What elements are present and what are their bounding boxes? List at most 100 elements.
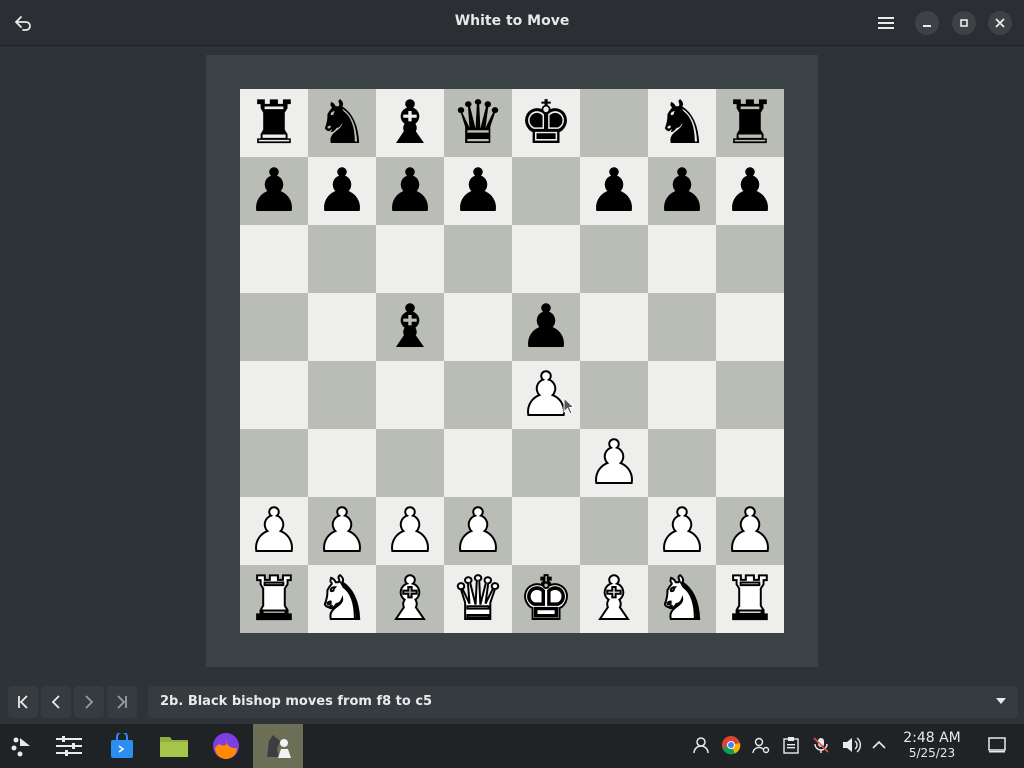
black-pawn-icon[interactable]: ♟ [383,161,437,221]
square-b5[interactable] [308,293,376,361]
black-rook-icon[interactable]: ♜ [723,93,777,153]
square-f3[interactable]: ♟ [580,429,648,497]
move-history-dropdown[interactable]: 2b. Black bishop moves from f8 to c5 [148,686,1018,718]
square-a3[interactable] [240,429,308,497]
chrome-tray-button[interactable] [720,734,742,756]
square-g2[interactable]: ♟ [648,497,716,565]
square-g8[interactable]: ♞ [648,89,716,157]
square-h7[interactable]: ♟ [716,157,784,225]
square-g5[interactable] [648,293,716,361]
maximize-button[interactable] [952,11,976,35]
menu-button[interactable] [872,9,900,37]
white-bishop-icon[interactable]: ♝ [586,568,642,630]
square-f8[interactable] [580,89,648,157]
show-desktop-button[interactable] [986,734,1008,756]
square-c7[interactable]: ♟ [376,157,444,225]
square-f7[interactable]: ♟ [580,157,648,225]
square-b7[interactable]: ♟ [308,157,376,225]
chess-board[interactable]: ♜ ♞ ♝ ♛ ♚ ♞ ♜ ♟ ♟ ♟ ♟ ♟ ♟ ♟ ♝ ♟ ♟ ♟ ♟ ♟ ♟ ♟ ♟ ♟ ♜ ♞ ♝ ♛ ♚ ♝ ♞ ♜ [240,89,784,633]
white-pawn-icon[interactable]: ♟ [654,500,710,562]
black-pawn-icon[interactable]: ♟ [519,297,573,357]
square-g1[interactable]: ♞ [648,565,716,633]
discover-store-button[interactable] [106,730,138,762]
black-knight-icon[interactable]: ♞ [315,93,369,153]
white-queen-icon[interactable]: ♛ [450,568,506,630]
square-e4[interactable]: ♟ [512,361,580,429]
square-a7[interactable]: ♟ [240,157,308,225]
square-h1[interactable]: ♜ [716,565,784,633]
digital-clock[interactable]: 2:48 AM 5/25/23 [900,730,964,760]
black-pawn-icon[interactable]: ♟ [315,161,369,221]
square-f4[interactable] [580,361,648,429]
white-pawn-icon[interactable]: ♟ [518,364,574,426]
white-rook-icon[interactable]: ♜ [246,568,302,630]
square-f6[interactable] [580,225,648,293]
next-move-button[interactable] [74,686,104,718]
minimize-button[interactable] [915,11,939,35]
black-pawn-icon[interactable]: ♟ [723,161,777,221]
square-d1[interactable]: ♛ [444,565,512,633]
square-b2[interactable]: ♟ [308,497,376,565]
show-hidden-icons-button[interactable] [868,734,890,756]
square-a2[interactable]: ♟ [240,497,308,565]
first-move-button[interactable] [8,686,38,718]
square-g3[interactable] [648,429,716,497]
system-settings-button[interactable] [53,730,85,762]
white-pawn-icon[interactable]: ♟ [314,500,370,562]
square-e8[interactable]: ♚ [512,89,580,157]
square-c8[interactable]: ♝ [376,89,444,157]
square-b3[interactable] [308,429,376,497]
square-h3[interactable] [716,429,784,497]
volume-tray-button[interactable] [840,734,862,756]
square-c5[interactable]: ♝ [376,293,444,361]
black-bishop-icon[interactable]: ♝ [383,297,437,357]
square-e1[interactable]: ♚ [512,565,580,633]
square-a4[interactable] [240,361,308,429]
black-knight-icon[interactable]: ♞ [655,93,709,153]
white-pawn-icon[interactable]: ♟ [722,500,778,562]
clipboard-tray-button[interactable] [780,734,802,756]
firefox-button[interactable] [210,730,242,762]
square-f2[interactable] [580,497,648,565]
last-move-button[interactable] [107,686,137,718]
square-b1[interactable]: ♞ [308,565,376,633]
square-b4[interactable] [308,361,376,429]
black-king-icon[interactable]: ♚ [519,93,573,153]
square-h8[interactable]: ♜ [716,89,784,157]
square-c4[interactable] [376,361,444,429]
square-h4[interactable] [716,361,784,429]
user-switch-button[interactable] [690,734,712,756]
black-rook-icon[interactable]: ♜ [247,93,301,153]
square-e7[interactable] [512,157,580,225]
square-c2[interactable]: ♟ [376,497,444,565]
black-queen-icon[interactable]: ♛ [451,93,505,153]
square-d3[interactable] [444,429,512,497]
white-pawn-icon[interactable]: ♟ [382,500,438,562]
file-manager-button[interactable] [158,730,190,762]
square-a1[interactable]: ♜ [240,565,308,633]
square-d7[interactable]: ♟ [444,157,512,225]
white-king-icon[interactable]: ♚ [518,568,574,630]
microphone-tray-button[interactable] [810,734,832,756]
square-h5[interactable] [716,293,784,361]
square-c3[interactable] [376,429,444,497]
app-launcher-button[interactable] [6,730,38,762]
white-pawn-icon[interactable]: ♟ [246,500,302,562]
square-h2[interactable]: ♟ [716,497,784,565]
black-bishop-icon[interactable]: ♝ [383,93,437,153]
white-knight-icon[interactable]: ♞ [654,568,710,630]
chess-app-button[interactable] [262,730,294,762]
black-pawn-icon[interactable]: ♟ [451,161,505,221]
square-b8[interactable]: ♞ [308,89,376,157]
accounts-tray-button[interactable] [750,734,772,756]
square-e5[interactable]: ♟ [512,293,580,361]
white-bishop-icon[interactable]: ♝ [382,568,438,630]
square-a6[interactable] [240,225,308,293]
square-e6[interactable] [512,225,580,293]
square-e2[interactable] [512,497,580,565]
square-g4[interactable] [648,361,716,429]
square-h6[interactable] [716,225,784,293]
square-e3[interactable] [512,429,580,497]
square-g7[interactable]: ♟ [648,157,716,225]
square-d5[interactable] [444,293,512,361]
